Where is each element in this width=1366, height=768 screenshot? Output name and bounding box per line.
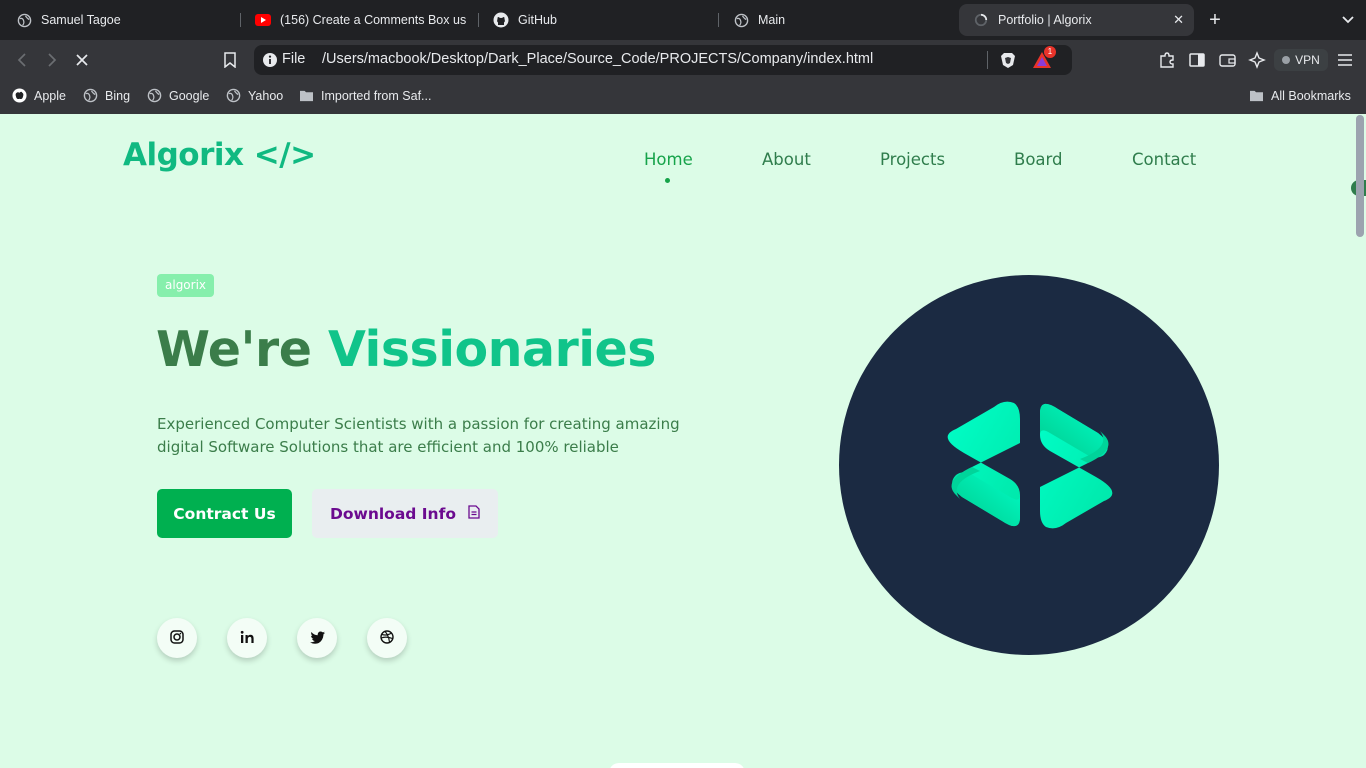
info-icon[interactable] bbox=[262, 52, 278, 68]
page-scrollbar[interactable] bbox=[1354, 115, 1366, 768]
rewards-badge: 1 bbox=[1044, 46, 1056, 58]
download-info-button[interactable]: Download Info bbox=[312, 489, 498, 538]
folder-icon bbox=[299, 88, 314, 103]
hero-title-part1: We're bbox=[156, 321, 312, 378]
twitter-link[interactable] bbox=[297, 618, 337, 658]
sidebar-icon[interactable] bbox=[1187, 50, 1207, 70]
hero-title-part2: Vissionaries bbox=[328, 321, 656, 378]
tab-bar: Samuel Tagoe (156) Create a Comments Box… bbox=[0, 0, 1366, 40]
back-button[interactable] bbox=[12, 50, 32, 70]
nav-board[interactable]: Board bbox=[1014, 150, 1063, 169]
vpn-label: VPN bbox=[1295, 53, 1320, 67]
all-bookmarks-label: All Bookmarks bbox=[1271, 88, 1351, 103]
globe-icon bbox=[147, 88, 162, 103]
scrollbar-thumb[interactable] bbox=[1356, 115, 1364, 237]
tab-title: GitHub bbox=[518, 13, 557, 27]
divider bbox=[987, 51, 988, 69]
vpn-button[interactable]: VPN bbox=[1274, 49, 1328, 71]
hero-description: Experienced Computer Scientists with a p… bbox=[157, 415, 680, 456]
tab-youtube[interactable]: (156) Create a Comments Box usi bbox=[241, 4, 477, 36]
tab-title: (156) Create a Comments Box usi bbox=[280, 13, 467, 27]
close-icon[interactable]: ✕ bbox=[1163, 12, 1184, 28]
nav-projects[interactable]: Projects bbox=[880, 150, 945, 169]
linkedin-icon bbox=[240, 629, 255, 648]
bookmark-bing[interactable]: Bing bbox=[83, 88, 130, 103]
github-icon bbox=[493, 12, 509, 28]
youtube-icon bbox=[255, 12, 271, 28]
extensions-icon[interactable] bbox=[1157, 50, 1177, 70]
tab-title: Main bbox=[758, 13, 786, 27]
bookmark-folder-imported[interactable]: Imported from Saf... bbox=[299, 88, 431, 103]
instagram-icon bbox=[170, 629, 184, 648]
instagram-link[interactable] bbox=[157, 618, 197, 658]
globe-icon bbox=[733, 12, 749, 28]
rewards-icon[interactable]: 1 bbox=[1032, 46, 1056, 69]
url-text[interactable]: /Users/macbook/Desktop/Dark_Place/Source… bbox=[322, 51, 873, 67]
menu-icon[interactable] bbox=[1335, 50, 1355, 70]
forward-button[interactable] bbox=[42, 50, 62, 70]
apple-icon bbox=[12, 88, 27, 103]
scheme-label: File bbox=[282, 51, 306, 67]
linkedin-link[interactable] bbox=[227, 618, 267, 658]
bookmark-google[interactable]: Google bbox=[147, 88, 209, 103]
chevron-down-icon[interactable] bbox=[1340, 10, 1356, 30]
wallet-icon[interactable] bbox=[1217, 50, 1237, 70]
globe-icon bbox=[226, 88, 241, 103]
bookmark-apple[interactable]: Apple bbox=[12, 88, 66, 103]
nav-about[interactable]: About bbox=[762, 150, 811, 169]
leo-ai-icon[interactable] bbox=[1247, 50, 1267, 70]
nav-contact[interactable]: Contact bbox=[1132, 150, 1196, 169]
all-bookmarks[interactable]: All Bookmarks bbox=[1249, 88, 1351, 103]
download-info-label: Download Info bbox=[330, 504, 456, 523]
tab-title: Portfolio | Algorix bbox=[998, 13, 1092, 27]
bookmark-label: Yahoo bbox=[248, 88, 284, 103]
folder-icon bbox=[1249, 88, 1264, 103]
tab-samuel-tagoe[interactable]: Samuel Tagoe bbox=[2, 4, 238, 36]
dribbble-link[interactable] bbox=[367, 618, 407, 658]
brave-shields-icon[interactable] bbox=[999, 51, 1017, 69]
bookmark-icon[interactable] bbox=[220, 50, 240, 70]
active-nav-indicator bbox=[665, 178, 670, 183]
bookmark-label: Imported from Saf... bbox=[321, 88, 432, 103]
bookmark-label: Bing bbox=[105, 88, 131, 103]
code-brackets-logo-icon bbox=[930, 391, 1130, 539]
dribbble-icon bbox=[380, 629, 394, 648]
vpn-status-icon bbox=[1282, 56, 1291, 64]
bookmarks-bar: Apple Bing Google Yahoo Imported from Sa… bbox=[0, 80, 1366, 114]
tab-main[interactable]: Main bbox=[719, 4, 955, 36]
tab-title: Samuel Tagoe bbox=[41, 13, 121, 27]
contact-button[interactable]: Contract Us bbox=[157, 489, 292, 538]
web-page: Algorix </> Home About Projects Board Co… bbox=[0, 115, 1366, 768]
globe-icon bbox=[83, 88, 98, 103]
bookmark-label: Google bbox=[169, 88, 210, 103]
hero-title: We're Vissionaries bbox=[156, 321, 656, 378]
tab-github[interactable]: GitHub bbox=[479, 4, 715, 36]
scroll-indicator[interactable] bbox=[609, 763, 745, 768]
globe-icon bbox=[16, 12, 32, 28]
tab-portfolio-algorix[interactable]: Portfolio | Algorix ✕ bbox=[959, 4, 1194, 36]
hero-tag: algorix bbox=[157, 274, 215, 297]
address-bar[interactable]: File /Users/macbook/Desktop/Dark_Place/S… bbox=[254, 45, 1072, 75]
site-logo[interactable]: Algorix </> bbox=[123, 137, 316, 173]
new-tab-button[interactable]: + bbox=[1205, 8, 1225, 32]
bookmark-yahoo[interactable]: Yahoo bbox=[226, 88, 283, 103]
stop-loading-button[interactable] bbox=[72, 50, 92, 70]
bookmark-label: Apple bbox=[34, 88, 66, 103]
document-icon bbox=[468, 504, 480, 523]
twitter-icon bbox=[309, 629, 325, 648]
nav-home[interactable]: Home bbox=[644, 150, 693, 169]
loading-icon bbox=[973, 12, 989, 28]
